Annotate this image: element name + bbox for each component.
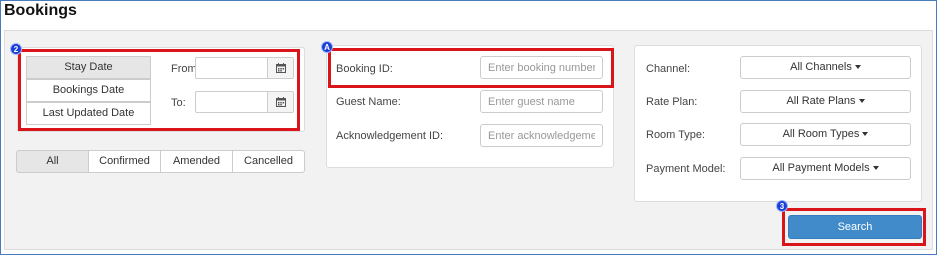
rate-plan-label: Rate Plan: [646,96,698,108]
channel-label: Channel: [646,63,691,75]
payment-model-label: Payment Model: [646,163,726,175]
filter-cancelled[interactable]: Cancelled [232,150,305,173]
callout-badge-dates: 2 [10,43,22,55]
channel-value: All Channels [790,61,852,73]
filter-amended[interactable]: Amended [160,150,233,173]
highlight-dates [18,49,300,131]
filter-all[interactable]: All [16,150,89,173]
caret-down-icon [858,99,865,104]
channel-dropdown[interactable]: All Channels [740,56,911,79]
ack-id-input[interactable] [480,124,603,147]
caret-down-icon [872,166,879,171]
payment-model-dropdown[interactable]: All Payment Models [740,157,911,180]
room-type-dropdown[interactable]: All Room Types [740,123,911,146]
caret-down-icon [862,132,869,137]
highlight-booking-id [328,48,614,88]
callout-badge-search: 3 [776,200,788,212]
highlight-search [782,208,926,246]
rate-plan-value: All Rate Plans [786,95,856,107]
guest-name-label: Guest Name: [336,96,401,108]
payment-model-value: All Payment Models [772,162,870,174]
callout-badge-booking-id: A [321,41,333,53]
ack-id-label: Acknowledgement ID: [336,130,443,142]
guest-name-input[interactable] [480,90,603,113]
page-title: Bookings [4,2,77,19]
room-type-label: Room Type: [646,129,706,141]
room-type-value: All Room Types [782,128,860,140]
rate-plan-dropdown[interactable]: All Rate Plans [740,90,911,113]
filter-confirmed[interactable]: Confirmed [88,150,161,173]
caret-down-icon [854,65,861,70]
